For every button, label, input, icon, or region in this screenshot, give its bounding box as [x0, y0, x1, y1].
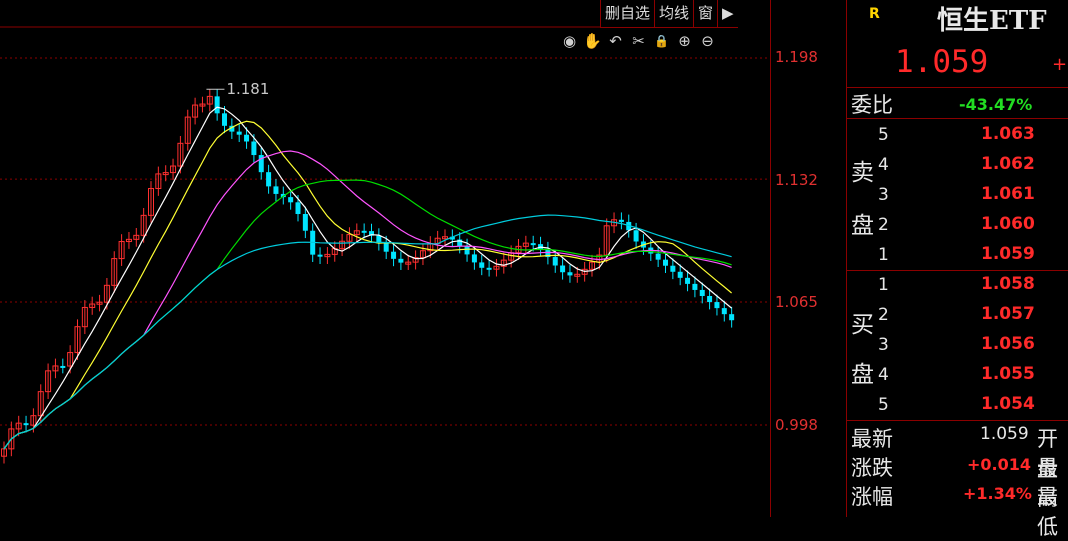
bid-level: 2 — [878, 305, 889, 325]
candle-body — [685, 277, 691, 284]
buy-label: 盘 — [851, 362, 874, 388]
stat-value: +1.34% — [963, 484, 1032, 503]
candle-body — [714, 302, 720, 309]
candle-body — [222, 113, 227, 126]
candle-body — [707, 295, 713, 303]
price-axis: 1.198 1.132 1.065 0.998 — [770, 0, 847, 517]
candle-body — [486, 267, 492, 270]
candle-body — [699, 289, 705, 296]
axis-label: 0.998 — [775, 416, 818, 434]
bid-level: 3 — [878, 335, 889, 355]
security-name: 恒生ETF — [937, 6, 1047, 36]
moving-average-line — [3, 150, 732, 450]
max-price-label: 1.181 — [226, 80, 269, 98]
bid-price[interactable]: 1.058 — [981, 274, 1035, 294]
candle-body — [567, 272, 573, 276]
candle-body — [23, 423, 29, 426]
stat-label: 涨跌 — [851, 456, 893, 480]
candle-body — [273, 186, 279, 194]
candle-body — [244, 134, 250, 142]
stat-label-cut: 最低 — [1037, 485, 1058, 539]
bid-level: 4 — [878, 365, 889, 385]
bid-price[interactable]: 1.057 — [981, 304, 1035, 324]
candle-body — [670, 265, 676, 272]
bid-price[interactable]: 1.055 — [981, 364, 1035, 384]
candle-body — [391, 251, 397, 259]
candle-body — [236, 131, 242, 135]
candle-body — [479, 262, 485, 268]
candle-body — [288, 197, 294, 203]
candle-body — [530, 243, 536, 246]
last-price: 1.059 — [895, 44, 989, 80]
candle-body — [471, 254, 477, 263]
bid-price[interactable]: 1.054 — [981, 394, 1035, 414]
stat-label: 最新 — [851, 427, 893, 451]
bid-price[interactable]: 1.056 — [981, 334, 1035, 354]
zoom-in-icon[interactable]: ⊕ — [675, 32, 694, 51]
zoom-out-icon[interactable]: ⊖ — [698, 32, 717, 51]
candle-body — [655, 253, 661, 260]
bid-level: 5 — [878, 395, 889, 415]
candle-body — [317, 254, 323, 257]
chart-tools: ◉ ✋ ↶ ✂ 🔒 ⊕ ⊖ — [560, 32, 717, 51]
moving-average-line — [3, 106, 732, 450]
candle-body — [398, 258, 404, 263]
moving-average-line — [3, 214, 732, 450]
ask-level: 1 — [878, 245, 889, 265]
candle-body — [60, 365, 66, 368]
candle-body — [729, 314, 735, 321]
candle-body — [721, 308, 727, 315]
hand-icon[interactable]: ✋ — [583, 32, 602, 51]
ask-price[interactable]: 1.060 — [981, 214, 1035, 234]
ask-price[interactable]: 1.059 — [981, 244, 1035, 264]
ratio-value: -43.47% — [959, 95, 1033, 114]
bid-level: 1 — [878, 275, 889, 295]
undo-icon[interactable]: ↶ — [606, 32, 625, 51]
ask-price[interactable]: 1.062 — [981, 154, 1035, 174]
candle-body — [663, 259, 668, 266]
candle-body — [214, 96, 220, 114]
candle-body — [361, 230, 367, 233]
axis-label: 1.198 — [775, 48, 818, 66]
candle-body — [295, 202, 301, 215]
stat-value: 1.059 — [980, 424, 1029, 444]
candle-body — [677, 271, 683, 278]
quote-panel: R 恒生ETF 1.059 +0 委比 -43.47% 卖 盘 5 1.063 … — [847, 0, 1068, 539]
chart-toolbar: 删自选 均线 窗 ▶ — [600, 0, 738, 28]
sell-label: 盘 — [851, 213, 874, 239]
eye-icon[interactable]: ◉ — [560, 32, 579, 51]
lock-icon[interactable]: 🔒 — [652, 32, 671, 51]
candle-body — [552, 257, 558, 266]
ask-level: 5 — [878, 125, 889, 145]
scissors-icon[interactable]: ✂ — [629, 32, 648, 51]
moving-average-button[interactable]: 均线 — [655, 0, 695, 27]
candle-body — [383, 243, 389, 252]
ask-level: 3 — [878, 185, 889, 205]
candle-body — [266, 172, 272, 187]
ask-level: 2 — [878, 215, 889, 235]
buy-label: 买 — [851, 312, 874, 338]
price-change: +0 — [1052, 54, 1068, 75]
candle-body — [633, 230, 639, 242]
r-badge: R — [869, 6, 880, 22]
stat-value: +0.014 — [967, 455, 1032, 474]
candle-body — [618, 219, 624, 222]
kline-chart[interactable]: 1.181 — [0, 0, 770, 517]
collapse-arrow-icon[interactable]: ▶ — [718, 0, 738, 27]
ratio-label: 委比 — [851, 93, 893, 117]
window-button[interactable]: 窗 — [694, 0, 719, 27]
remove-watchlist-button[interactable]: 删自选 — [601, 0, 656, 27]
candle-body — [251, 141, 257, 156]
axis-label: 1.065 — [775, 293, 818, 311]
candle-body — [692, 283, 698, 290]
sell-label: 卖 — [851, 160, 874, 186]
candle-body — [560, 265, 566, 273]
ask-price[interactable]: 1.063 — [981, 124, 1035, 144]
candle-body — [464, 246, 470, 255]
ask-price[interactable]: 1.061 — [981, 184, 1035, 204]
candle-body — [302, 214, 308, 231]
stat-label: 涨幅 — [851, 485, 893, 509]
ask-level: 4 — [878, 155, 889, 175]
axis-label: 1.132 — [775, 171, 818, 189]
